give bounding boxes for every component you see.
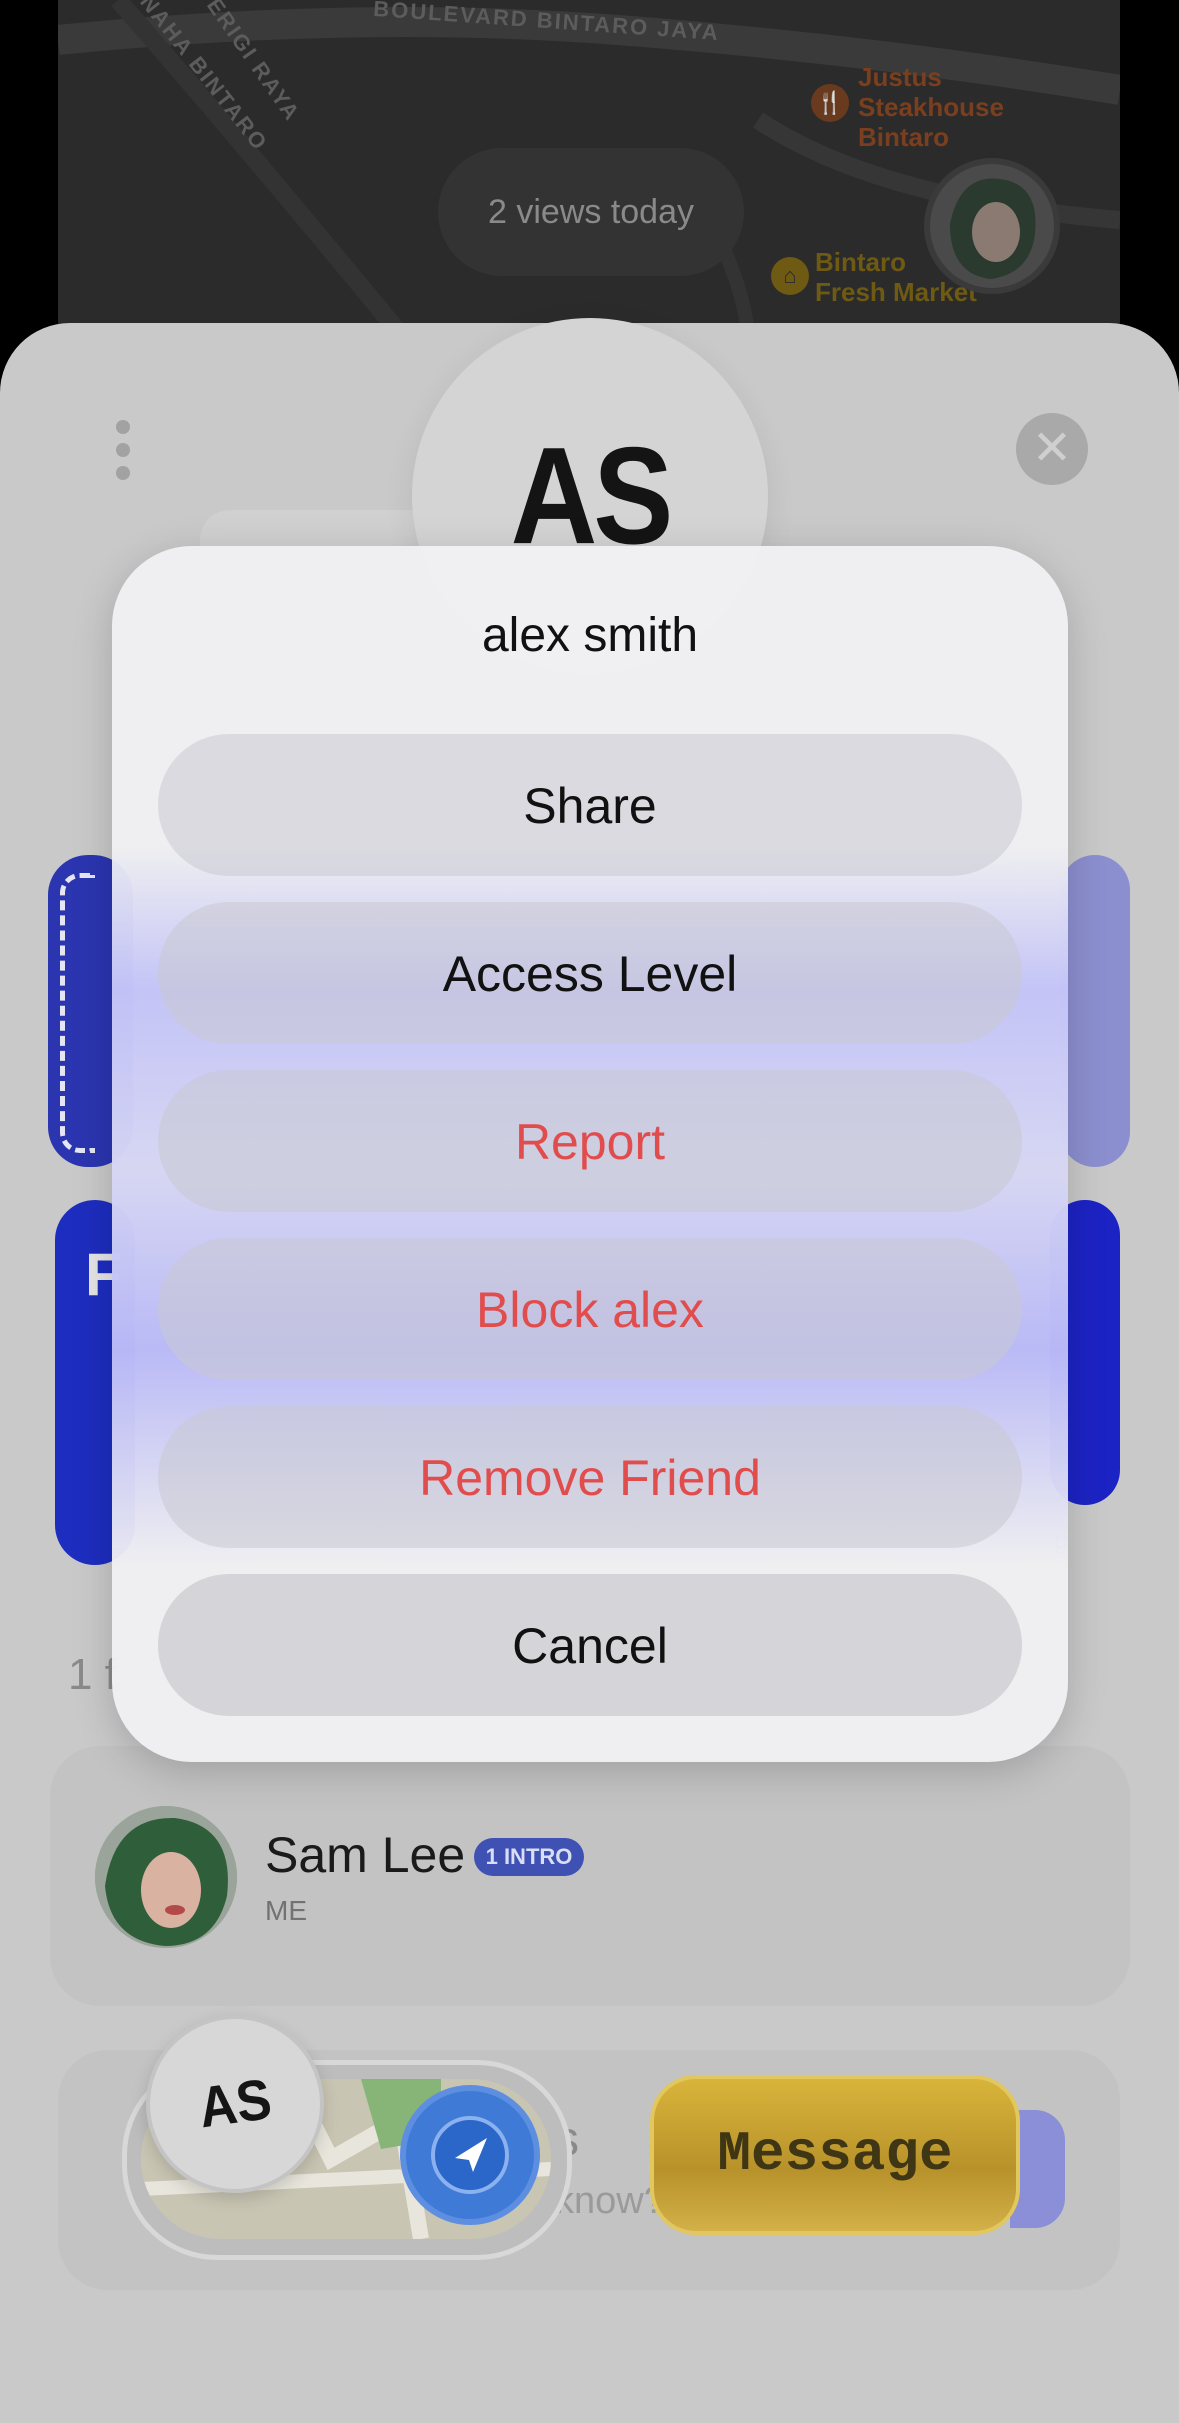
block-button[interactable]: Block alex: [158, 1238, 1022, 1380]
action-sheet: alex smith Share Access Level Report Blo…: [112, 546, 1068, 1762]
access-level-button[interactable]: Access Level: [158, 902, 1022, 1044]
remove-friend-button[interactable]: Remove Friend: [158, 1406, 1022, 1548]
report-button[interactable]: Report: [158, 1070, 1022, 1212]
action-sheet-title: alex smith: [481, 609, 699, 662]
cancel-button[interactable]: Cancel: [158, 1574, 1022, 1716]
share-button[interactable]: Share: [158, 734, 1022, 876]
